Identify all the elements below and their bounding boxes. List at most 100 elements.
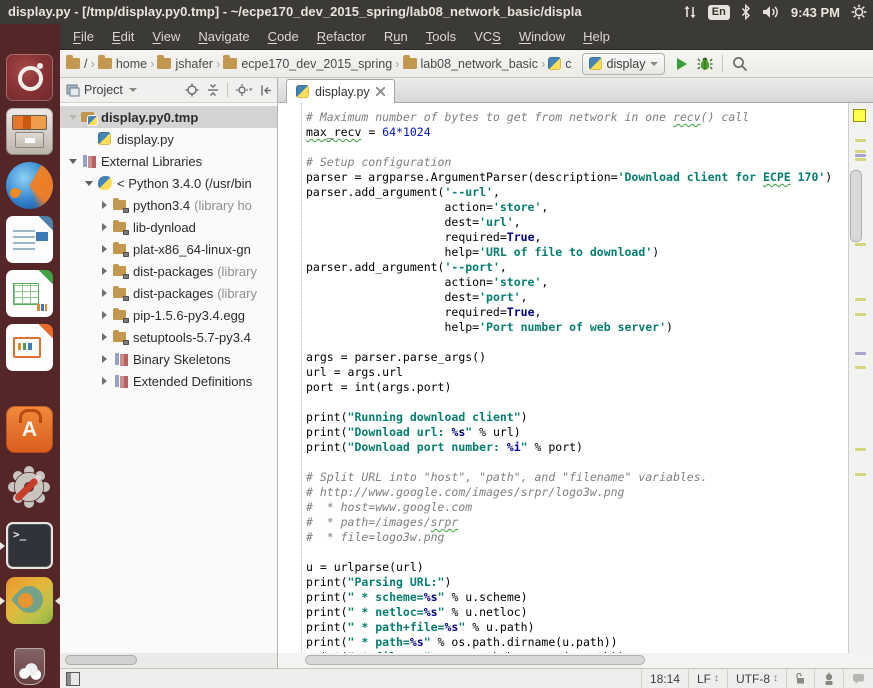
- encoding-widget[interactable]: UTF-8 ↕: [727, 669, 786, 688]
- tree-item-external-libraries[interactable]: External Libraries: [60, 150, 277, 172]
- session-gear-icon[interactable]: [851, 4, 867, 20]
- keyboard-layout-badge[interactable]: En: [708, 5, 730, 20]
- launcher-software-center-icon[interactable]: [6, 406, 53, 453]
- caret-position-widget[interactable]: 18:14: [641, 669, 688, 688]
- python-file-icon: [589, 57, 602, 70]
- editor-horizontal-scrollbar[interactable]: [278, 653, 873, 668]
- launcher-terminal-icon[interactable]: [6, 522, 53, 569]
- debug-button[interactable]: [697, 56, 713, 71]
- launcher-trash-icon[interactable]: [6, 641, 53, 688]
- launcher-firefox-icon[interactable]: [6, 162, 53, 209]
- tree-item-lib-dynload[interactable]: lib-dynload: [60, 216, 277, 238]
- menu-view[interactable]: View: [143, 24, 189, 49]
- tree-item-binary-skeletons[interactable]: Binary Skeletons: [60, 348, 277, 370]
- settings-gear-icon[interactable]: [235, 83, 253, 97]
- tree-item-setuptools-5.7-py3.4[interactable]: setuptools-5.7-py3.4: [60, 326, 277, 348]
- tree-item-dist-packages[interactable]: dist-packages(library: [60, 260, 277, 282]
- launcher-pycharm-icon[interactable]: [6, 577, 53, 624]
- stripe-warning-mark[interactable]: [855, 150, 866, 153]
- tree-item-plat-x86-64-linux-gn[interactable]: plat-x86_64-linux-gn: [60, 238, 277, 260]
- tab-display-py[interactable]: display.py: [286, 79, 395, 103]
- menu-tools[interactable]: Tools: [417, 24, 465, 49]
- launcher-ubuntu-dash-icon[interactable]: [6, 54, 53, 101]
- code-editor[interactable]: # Maximum number of bytes to get from ne…: [279, 103, 848, 653]
- tree-item-pip-1.5.6-py3.4.egg[interactable]: pip-1.5.6-py3.4.egg: [60, 304, 277, 326]
- chevron-right-icon: [102, 311, 107, 319]
- menu-vcs[interactable]: VCS: [465, 24, 510, 49]
- menu-refactor[interactable]: Refactor: [308, 24, 375, 49]
- breadcrumb-separator-icon: ›: [392, 56, 402, 71]
- stripe-warning-mark[interactable]: [855, 243, 866, 246]
- breadcrumb-jshafer[interactable]: jshafer: [157, 57, 213, 71]
- stripe-warning-mark[interactable]: [855, 298, 866, 301]
- stripe-warning-mark[interactable]: [855, 158, 866, 161]
- run-button[interactable]: [677, 58, 687, 70]
- tree-item-python-3.4.0-usr-bin[interactable]: < Python 3.4.0 (/usr/bin: [60, 172, 277, 194]
- scrollbar-thumb[interactable]: [65, 655, 137, 665]
- bluetooth-icon[interactable]: [741, 4, 751, 20]
- tree-item-display.py[interactable]: display.py: [60, 128, 277, 150]
- project-horizontal-scrollbar[interactable]: [60, 653, 278, 668]
- tree-item-dist-packages[interactable]: dist-packages(library: [60, 282, 277, 304]
- scrollbar-thumb[interactable]: [305, 655, 645, 665]
- code-line: max_recv = 64*1024: [306, 125, 848, 140]
- lib-icon: [81, 154, 97, 168]
- tree-item-python3.4[interactable]: python3.4(library ho: [60, 194, 277, 216]
- menu-code[interactable]: Code: [259, 24, 308, 49]
- launcher-files-icon[interactable]: [6, 108, 53, 155]
- stripe-warning-mark[interactable]: [855, 473, 866, 476]
- breadcrumb-home[interactable]: home: [98, 57, 147, 71]
- launcher-libreoffice-writer-icon[interactable]: [6, 216, 53, 263]
- pybadge-icon: [81, 110, 97, 124]
- launcher-libreoffice-calc-icon[interactable]: [6, 270, 53, 317]
- menu-file[interactable]: File: [64, 24, 103, 49]
- stripe-warning-mark[interactable]: [855, 154, 866, 157]
- volume-icon[interactable]: [762, 4, 780, 20]
- menu-run[interactable]: Run: [375, 24, 417, 49]
- chevron-down-icon[interactable]: [129, 88, 137, 92]
- stripe-warning-mark[interactable]: [855, 352, 866, 355]
- clock[interactable]: 9:43 PM: [791, 5, 840, 20]
- breadcrumb-root[interactable]: /: [66, 57, 87, 71]
- stripe-warning-mark[interactable]: [855, 139, 866, 142]
- launcher-libreoffice-impress-icon[interactable]: [6, 324, 53, 371]
- menu-navigate[interactable]: Navigate: [189, 24, 258, 49]
- code-line: help='Port number of web server'): [306, 320, 848, 335]
- menu-edit[interactable]: Edit: [103, 24, 143, 49]
- vertical-scrollbar-thumb[interactable]: [850, 170, 862, 242]
- line-separator-widget[interactable]: LF ↕: [688, 669, 727, 688]
- code-line: print("Running download client"): [306, 410, 848, 425]
- python-file-icon: [296, 85, 309, 98]
- menu-window[interactable]: Window: [510, 24, 574, 49]
- stripe-warning-mark[interactable]: [855, 313, 866, 316]
- tree-item-display.py0.tmp[interactable]: display.py0.tmp: [60, 106, 277, 128]
- tree-item-extended-definitions[interactable]: Extended Definitions: [60, 370, 277, 392]
- code-line: url = args.url: [306, 365, 848, 380]
- tab-close-icon[interactable]: [376, 87, 385, 96]
- hector-inspector-widget[interactable]: [814, 669, 843, 688]
- folder-lock-icon: [113, 330, 129, 344]
- menu-help[interactable]: Help: [574, 24, 619, 49]
- hide-panel-icon[interactable]: [260, 84, 273, 97]
- locate-file-icon[interactable]: [185, 83, 199, 97]
- lib-icon: [113, 374, 129, 388]
- code-line: # Split URL into "host", "path", and "fi…: [306, 470, 848, 485]
- launcher-system-settings-icon[interactable]: [6, 464, 53, 511]
- notifications-widget[interactable]: [843, 669, 873, 688]
- file-status-indicator[interactable]: [853, 109, 866, 122]
- stripe-warning-mark[interactable]: [855, 448, 866, 451]
- code-line: print("Parsing URL:"): [306, 575, 848, 590]
- run-configuration-select[interactable]: display: [582, 53, 666, 75]
- stripe-warning-mark[interactable]: [855, 366, 866, 369]
- error-stripe[interactable]: [848, 103, 873, 653]
- lock-widget[interactable]: [786, 669, 814, 688]
- search-everywhere-button[interactable]: [732, 56, 748, 72]
- breadcrumb-lab08_network_basic[interactable]: lab08_network_basic: [403, 57, 538, 71]
- breadcrumb-file[interactable]: c: [548, 57, 571, 71]
- collapse-all-icon[interactable]: [206, 83, 220, 97]
- breadcrumb-ecpe170_dev_2015_spring[interactable]: ecpe170_dev_2015_spring: [223, 57, 392, 71]
- toolwindow-toggle-icon[interactable]: [66, 672, 80, 686]
- code-line: print("Download port number: %i" % port): [306, 440, 848, 455]
- lib-icon: [113, 352, 129, 366]
- keyboard-indicator-icon[interactable]: [683, 4, 697, 20]
